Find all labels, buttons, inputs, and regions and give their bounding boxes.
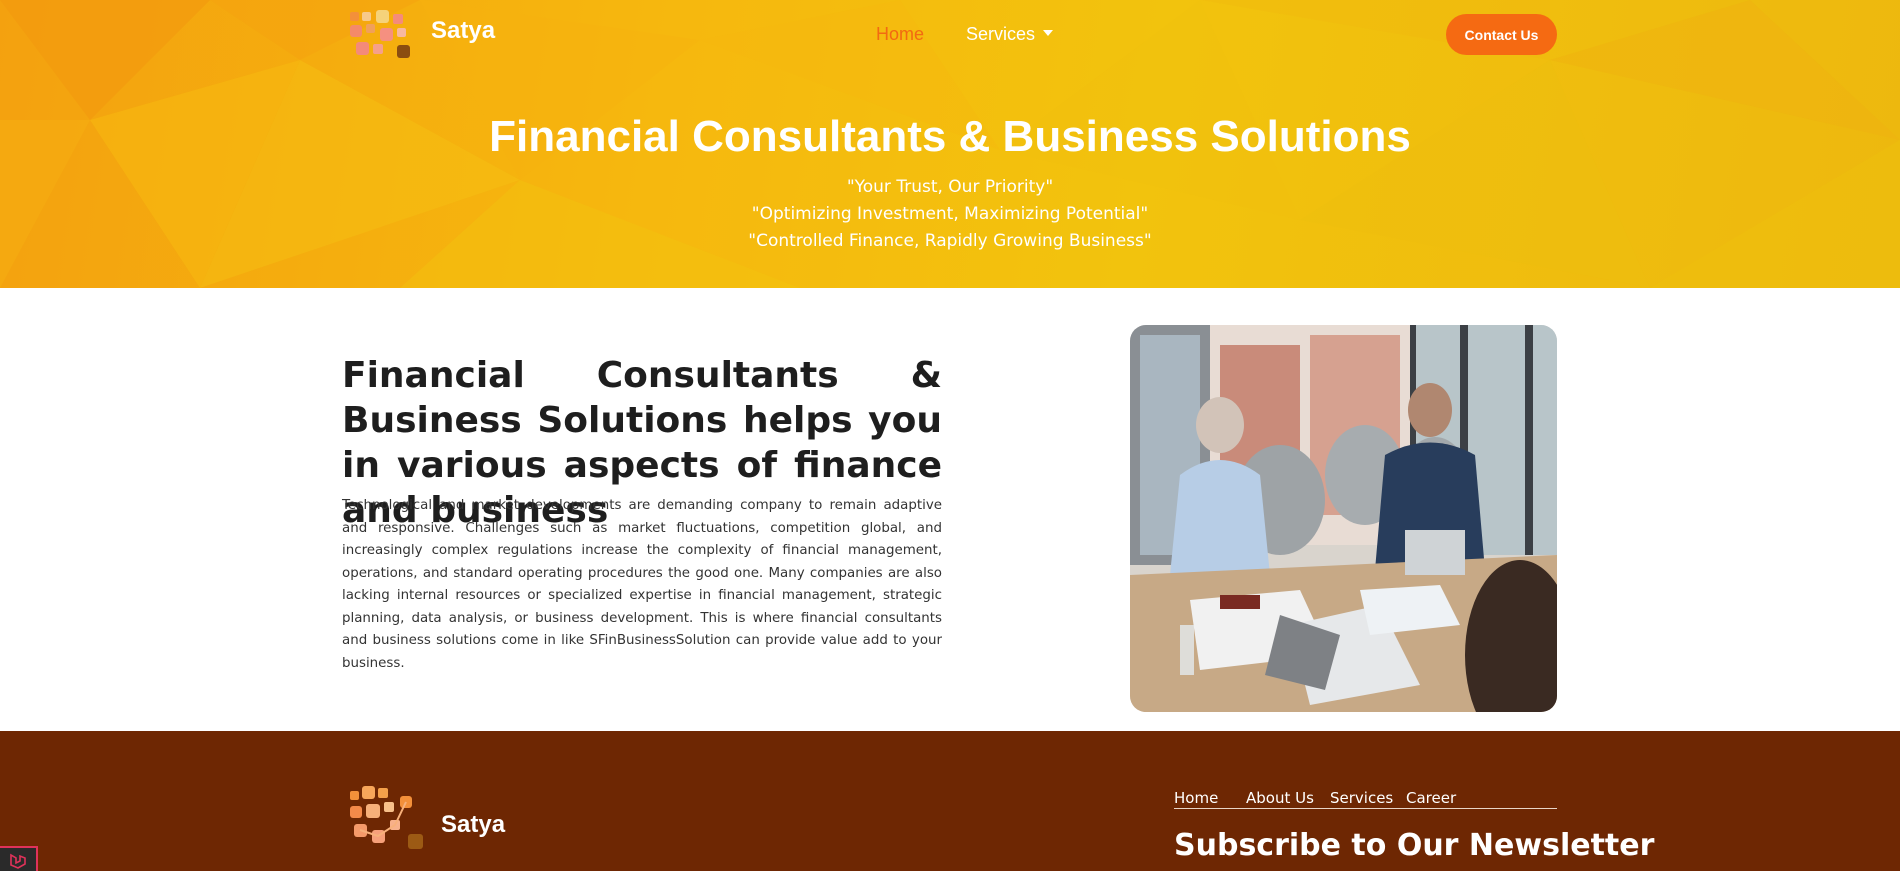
- hero-tagline: "Your Trust, Our Priority": [846, 177, 1054, 197]
- top-navbar: Satya Home Services Contact Us: [0, 0, 1900, 70]
- about-description: Technological and market developments ar…: [342, 498, 942, 671]
- caret-down-icon: [1043, 30, 1054, 37]
- footer-nav: Home About Us Services Career: [1174, 789, 1557, 809]
- footer-brand-name[interactable]: Satya: [441, 811, 505, 839]
- newsletter-title: Subscribe to Our Newsletter: [1174, 828, 1655, 863]
- meeting-photo: [1130, 325, 1557, 712]
- footer-link-career[interactable]: Career: [1406, 789, 1456, 807]
- hero-title: Financial Consultants & Business Solutio…: [489, 112, 1411, 161]
- hero-tagline: "Controlled Finance, Rapidly Growing Bus…: [748, 231, 1152, 251]
- footer-link-about[interactable]: About Us: [1246, 789, 1314, 807]
- brand-name[interactable]: Satya: [431, 17, 495, 45]
- hero-tagline: "Optimizing Investment, Maximizing Poten…: [751, 204, 1149, 224]
- nav-services-label: Services: [966, 24, 1036, 44]
- footer-link-home[interactable]: Home: [1174, 789, 1218, 807]
- laravel-icon: [10, 853, 26, 869]
- site-footer: Satya Home About Us Services Career Subs…: [0, 731, 1900, 871]
- footer-link-services[interactable]: Services: [1330, 789, 1393, 807]
- debug-toolbar-toggle[interactable]: [0, 846, 38, 871]
- footer-logo-icon[interactable]: [350, 786, 430, 851]
- brand-logo-icon[interactable]: [350, 10, 420, 60]
- contact-us-button[interactable]: Contact Us: [1446, 14, 1557, 55]
- hero-section: Satya Home Services Contact Us Financial…: [0, 0, 1900, 288]
- nav-home-link[interactable]: Home: [876, 24, 924, 45]
- nav-services-dropdown[interactable]: Services: [966, 24, 1054, 45]
